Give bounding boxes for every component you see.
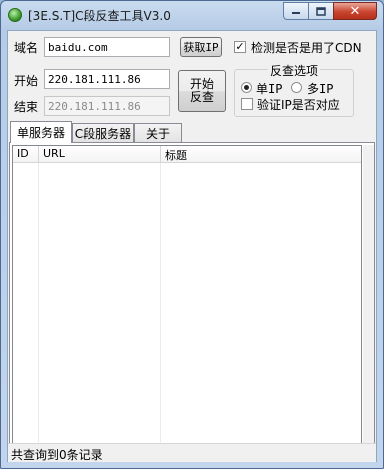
tab-c-segment-server[interactable]: C段服务器	[72, 123, 134, 142]
app-window: [3E.S.T]C段反查工具V3.0 ✕ 域名 baidu.com 获取IP ✓…	[0, 0, 384, 469]
green-orb-icon	[8, 8, 22, 22]
end-label: 结束	[14, 100, 39, 114]
start-label: 开始	[14, 74, 39, 88]
tab-panel: ID URL 标题	[9, 142, 375, 448]
start-ip-input[interactable]: 220.181.111.86	[44, 69, 170, 89]
tab-about[interactable]: 关于	[134, 123, 182, 142]
column-divider	[38, 163, 39, 443]
title-bar[interactable]: [3E.S.T]C段反查工具V3.0 ✕	[1, 1, 383, 29]
domain-input[interactable]: baidu.com	[44, 37, 170, 57]
window-title: [3E.S.T]C段反查工具V3.0	[28, 9, 171, 23]
checkmark-icon: ✓	[235, 40, 245, 53]
tab-single-server[interactable]: 单服务器	[10, 121, 72, 143]
client-area: 域名 baidu.com 获取IP ✓ 检测是否是用了CDN 开始 220.18…	[7, 30, 377, 462]
end-ip-input[interactable]: 220.181.111.86	[44, 96, 170, 116]
single-ip-radio[interactable]	[241, 82, 252, 93]
column-header-url[interactable]: URL	[39, 146, 161, 162]
minimize-icon	[292, 12, 300, 14]
single-ip-label: 单IP	[256, 82, 283, 96]
verify-ip-label: 验证IP是否对应	[257, 98, 340, 112]
verify-ip-checkbox[interactable]	[241, 98, 253, 110]
cdn-checkbox[interactable]: ✓	[234, 41, 246, 53]
minimize-button[interactable]	[283, 2, 309, 20]
column-divider	[160, 163, 161, 443]
status-text: 共查询到0条记录	[11, 448, 103, 462]
cdn-check-label: 检测是否是用了CDN	[251, 41, 362, 55]
start-reverse-button[interactable]: 开始 反查	[178, 70, 226, 112]
status-bar: 共查询到0条记录	[8, 443, 376, 462]
results-list[interactable]: ID URL 标题	[12, 145, 362, 444]
vertical-scrollbar[interactable]	[363, 145, 374, 444]
maximize-icon	[316, 6, 326, 16]
domain-label: 域名	[14, 41, 39, 55]
get-ip-button[interactable]: 获取IP	[180, 37, 222, 57]
start-reverse-label-2: 反查	[189, 90, 214, 104]
column-header-title[interactable]: 标题	[161, 146, 361, 162]
column-header-id[interactable]: ID	[13, 146, 39, 162]
maximize-button[interactable]	[308, 2, 334, 20]
reverse-options-title: 反查选项	[268, 62, 321, 79]
reverse-options-group: 反查选项 单IP 多IP 验证IP是否对应	[234, 62, 354, 117]
close-button[interactable]: ✕	[333, 2, 377, 20]
multi-ip-radio[interactable]	[291, 82, 302, 93]
results-header: ID URL 标题	[13, 146, 361, 163]
multi-ip-label: 多IP	[307, 82, 334, 96]
close-icon: ✕	[349, 3, 361, 19]
